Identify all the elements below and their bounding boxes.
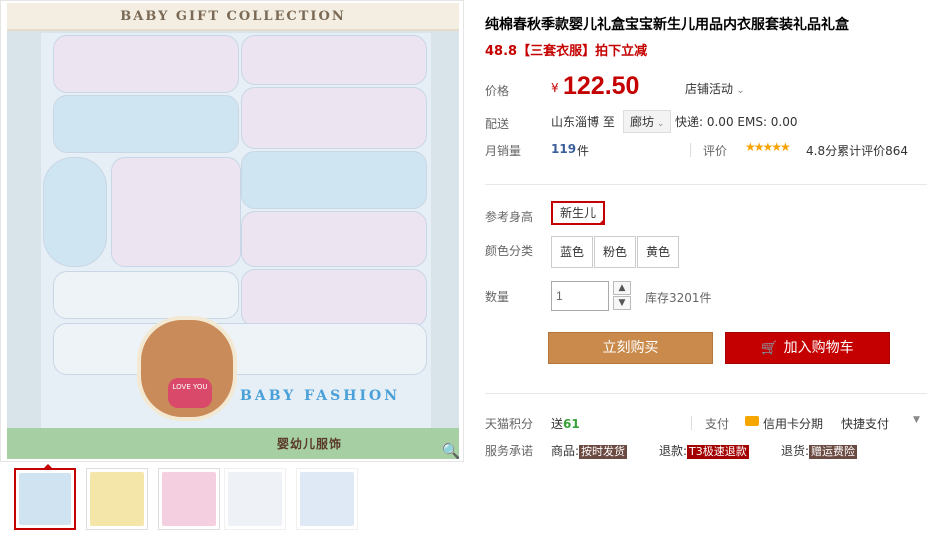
quantity-increase-button[interactable]: ▲ bbox=[613, 281, 631, 295]
selected-check-icon bbox=[598, 218, 606, 225]
thumbnail-image bbox=[300, 472, 354, 526]
gift-box-top: BABY GIFT COLLECTION bbox=[7, 3, 459, 31]
shipping-fee: 快递: 0.00 EMS: 0.00 bbox=[675, 115, 798, 129]
service-tag: T3极速退款 bbox=[687, 445, 749, 459]
destination-value: 廊坊 bbox=[630, 115, 655, 129]
thumbnail-3[interactable] bbox=[158, 468, 220, 530]
product-info-panel: 纯棉春秋季款婴儿礼盒宝宝新生儿用品内衣服套装礼品礼盒 48.8【三套衣服】拍下立… bbox=[485, 0, 927, 539]
product-gallery: BABY GIFT COLLECTION LOVE YOU BABY FASHI… bbox=[0, 0, 464, 462]
price-value: 122.50 bbox=[563, 72, 640, 100]
garment-pink-top bbox=[53, 35, 239, 93]
box-title: BABY GIFT COLLECTION bbox=[120, 9, 346, 24]
quantity-input[interactable] bbox=[551, 281, 609, 311]
bear-decoration: LOVE YOU bbox=[137, 316, 237, 421]
service-tag: 赠运费险 bbox=[809, 445, 858, 459]
ship-to-prefix: 至 bbox=[602, 115, 615, 129]
payment-label: 支付 bbox=[705, 417, 730, 431]
rating-link[interactable]: 4.8分累计评价864 bbox=[806, 142, 908, 159]
gift-box-bottom: 婴幼儿服饰 bbox=[7, 428, 459, 459]
divider bbox=[690, 143, 691, 157]
chevron-down-icon: ⌄ bbox=[733, 85, 745, 96]
points-number: 61 bbox=[563, 417, 580, 431]
credit-card-icon bbox=[745, 416, 759, 426]
add-to-cart-label: 加入购物车 bbox=[783, 340, 854, 356]
cart-icon: 🛒 bbox=[761, 341, 778, 356]
garment-pink-leggings bbox=[241, 269, 427, 327]
service-prefix: 退款: bbox=[659, 444, 688, 458]
shipping-label: 配送 bbox=[485, 117, 510, 131]
garment-pink-bodysuit bbox=[241, 211, 427, 267]
credit-card-installment[interactable]: 信用卡分期 bbox=[763, 415, 823, 432]
service-return-insurance[interactable]: 退货: 赠运费险 bbox=[781, 442, 858, 459]
color-option-label: 粉色 bbox=[603, 245, 628, 259]
stock-count: 库存3201件 bbox=[645, 291, 712, 305]
ship-from: 山东淄博 至 bbox=[551, 113, 615, 130]
thumbnail-4[interactable] bbox=[224, 468, 286, 530]
quantity-decrease-button[interactable]: ▼ bbox=[613, 296, 631, 310]
garment-blue-romper bbox=[53, 95, 239, 153]
quantity-label: 数量 bbox=[485, 290, 510, 304]
store-promo-dropdown[interactable]: 店铺活动 ⌄ bbox=[685, 80, 745, 97]
chevron-down-icon[interactable]: ▼ bbox=[913, 415, 920, 425]
thumbnail-image bbox=[90, 472, 144, 526]
thumbnail-image bbox=[228, 472, 282, 526]
garment-pink-top-right bbox=[241, 35, 427, 85]
color-label: 颜色分类 bbox=[485, 244, 534, 258]
chevron-down-icon: ⌄ bbox=[654, 119, 665, 129]
star-rating-icon: ★★★★★ bbox=[745, 140, 791, 154]
height-option-label: 新生儿 bbox=[560, 206, 597, 220]
section-divider bbox=[485, 184, 927, 185]
box-footer-text: 婴幼儿服饰 bbox=[277, 437, 343, 451]
garment-white-top bbox=[53, 271, 239, 319]
main-product-image[interactable]: BABY GIFT COLLECTION LOVE YOU BABY FASHI… bbox=[7, 3, 459, 459]
color-option-pink[interactable]: 粉色 bbox=[594, 236, 637, 268]
thumbnail-image bbox=[162, 472, 216, 526]
ship-origin: 山东淄博 bbox=[551, 115, 600, 129]
garment-blue-giraffe bbox=[241, 151, 427, 209]
color-option-blue[interactable]: 蓝色 bbox=[551, 236, 594, 268]
color-option-label: 蓝色 bbox=[560, 245, 585, 259]
store-promo-label: 店铺活动 bbox=[685, 82, 734, 96]
thumbnail-1[interactable] bbox=[14, 464, 76, 530]
destination-selector[interactable]: 廊坊 ⌄ bbox=[623, 110, 672, 133]
points-label: 天猫积分 bbox=[485, 417, 534, 431]
currency-symbol: ¥ bbox=[551, 81, 559, 95]
buy-now-button[interactable]: 立刻购买 bbox=[548, 332, 713, 364]
garment-white-blanket bbox=[53, 323, 427, 375]
heart-label: LOVE YOU bbox=[168, 378, 212, 408]
service-tag: 按时发货 bbox=[579, 445, 628, 459]
divider bbox=[691, 416, 692, 430]
product-title: 纯棉春秋季款婴儿礼盒宝宝新生儿用品内衣服套装礼品礼盒 bbox=[485, 17, 849, 33]
baby-hat-and-booties bbox=[111, 157, 241, 267]
thumbnail-2[interactable] bbox=[86, 468, 148, 530]
points-value: 送61 bbox=[551, 415, 580, 432]
rating-label: 评价 bbox=[703, 144, 728, 158]
buy-now-label: 立刻购买 bbox=[602, 340, 659, 356]
service-fast-refund[interactable]: 退款: T3极速退款 bbox=[659, 442, 749, 459]
baby-mittens bbox=[43, 157, 107, 267]
add-to-cart-button[interactable]: 🛒 加入购物车 bbox=[725, 332, 890, 364]
height-label: 参考身高 bbox=[485, 210, 534, 224]
magnifier-icon[interactable]: 🔍 bbox=[441, 441, 461, 461]
monthly-sales: 119 bbox=[551, 142, 577, 156]
price-label: 价格 bbox=[485, 84, 510, 98]
service-prefix: 商品: bbox=[551, 444, 580, 458]
thumbnail-image bbox=[19, 473, 71, 525]
thumbnail-5[interactable] bbox=[296, 468, 358, 530]
garment-pink-pants bbox=[241, 87, 427, 149]
quick-pay[interactable]: 快捷支付 bbox=[841, 415, 889, 432]
color-option-label: 黄色 bbox=[646, 245, 671, 259]
service-ontime-shipping[interactable]: 商品: 按时发货 bbox=[551, 442, 628, 459]
sales-label: 月销量 bbox=[485, 144, 522, 158]
service-prefix: 退货: bbox=[781, 444, 810, 458]
product-subtitle: 48.8【三套衣服】拍下立减 bbox=[485, 44, 648, 59]
color-option-yellow[interactable]: 黄色 bbox=[637, 236, 680, 268]
section-divider bbox=[485, 393, 927, 394]
baby-fashion-text: BABY FASHION bbox=[240, 388, 401, 404]
height-option-newborn[interactable]: 新生儿 bbox=[551, 201, 606, 225]
sales-unit: 件 bbox=[577, 144, 590, 158]
points-prefix: 送 bbox=[551, 417, 564, 431]
service-label: 服务承诺 bbox=[485, 444, 534, 458]
selected-caret bbox=[42, 464, 54, 470]
